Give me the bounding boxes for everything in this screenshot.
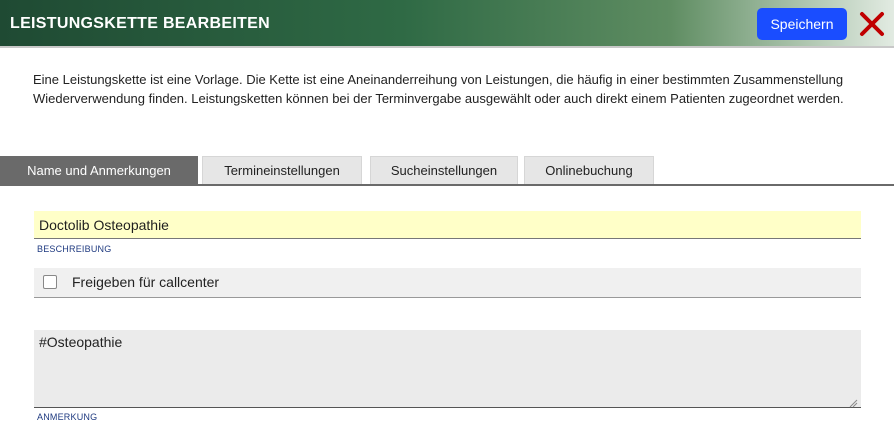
tab-bar: Name und Anmerkungen Termineinstellungen…: [0, 156, 894, 186]
notes-textarea[interactable]: #Osteopathie: [34, 330, 861, 408]
tab-underline: [0, 184, 894, 186]
callcenter-checkbox[interactable]: [43, 275, 57, 289]
name-field[interactable]: [34, 211, 861, 239]
tab-name-und-anmerkungen[interactable]: Name und Anmerkungen: [0, 156, 198, 184]
header-divider: [0, 46, 894, 48]
callcenter-toggle-row[interactable]: Freigeben für callcenter: [34, 268, 861, 298]
dialog-title: LEISTUNGSKETTE BEARBEITEN: [10, 15, 270, 32]
callcenter-label: Freigeben für callcenter: [72, 274, 220, 290]
notes-caption: ANMERKUNG: [37, 412, 98, 422]
tab-onlinebuchung[interactable]: Onlinebuchung: [524, 156, 654, 184]
intro-text: Eine Leistungskette ist eine Vorlage. Di…: [33, 72, 844, 106]
close-icon[interactable]: [856, 8, 888, 40]
tab-sucheinstellungen[interactable]: Sucheinstellungen: [370, 156, 518, 184]
resize-grip-icon[interactable]: [848, 395, 858, 408]
tab-termineinstellungen[interactable]: Termineinstellungen: [202, 156, 362, 184]
dialog-header: LEISTUNGSKETTE BEARBEITEN Speichern: [0, 0, 894, 46]
save-button[interactable]: Speichern: [757, 8, 847, 40]
description-caption: BESCHREIBUNG: [37, 244, 112, 254]
